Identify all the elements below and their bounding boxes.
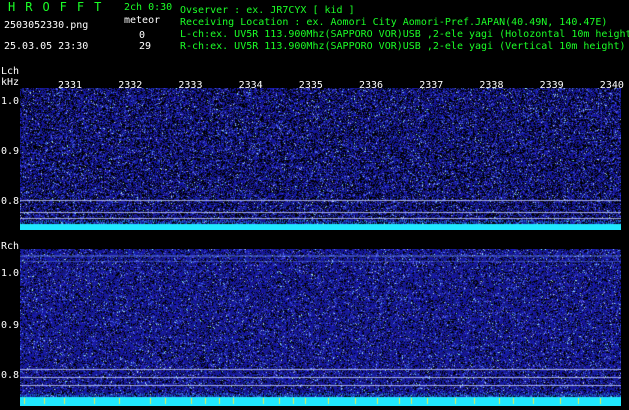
lch-receiver-info: L-ch:ex. UV5R 113.900Mhz(SAPPORO VOR)USB… bbox=[180, 29, 629, 40]
rch-label: Rch bbox=[1, 241, 20, 252]
rch-receiver-info: R-ch:ex. UV5R 113.900Mhz(SAPPORO VOR)USB… bbox=[180, 41, 626, 52]
khz-label: kHz bbox=[1, 77, 20, 88]
rch-ylabel-2: 0.9 bbox=[1, 320, 20, 331]
meteor-label: meteor bbox=[124, 15, 161, 26]
header-title: HROFFT bbox=[8, 0, 112, 14]
lch-ylabel-2: 0.9 bbox=[1, 146, 20, 157]
datetime: 25.03.05 23:30 bbox=[4, 41, 89, 52]
rch-ylabel-3: 0.8 bbox=[1, 370, 20, 381]
rch-spectrogram bbox=[20, 249, 621, 406]
rch-meteor-count: 29 bbox=[139, 41, 152, 52]
observer-info: Ovserver : ex. JR7CYX [ kid ] bbox=[180, 5, 355, 16]
lch-spectrogram-canvas bbox=[20, 88, 621, 230]
lch-spectrogram bbox=[20, 88, 621, 230]
rch-ylabel-1: 1.0 bbox=[1, 268, 20, 279]
rch-spectrogram-canvas bbox=[20, 249, 621, 406]
channel-interval: 2ch 0:30 bbox=[124, 2, 173, 13]
location-info: Receiving Location : ex. Aomori City Aom… bbox=[180, 17, 608, 28]
filename: 2503052330.png bbox=[4, 20, 89, 31]
lch-meteor-count: 0 bbox=[139, 30, 146, 41]
lch-ylabel-1: 1.0 bbox=[1, 96, 20, 107]
lch-label: Lch bbox=[1, 66, 20, 77]
lch-ylabel-3: 0.8 bbox=[1, 196, 20, 207]
